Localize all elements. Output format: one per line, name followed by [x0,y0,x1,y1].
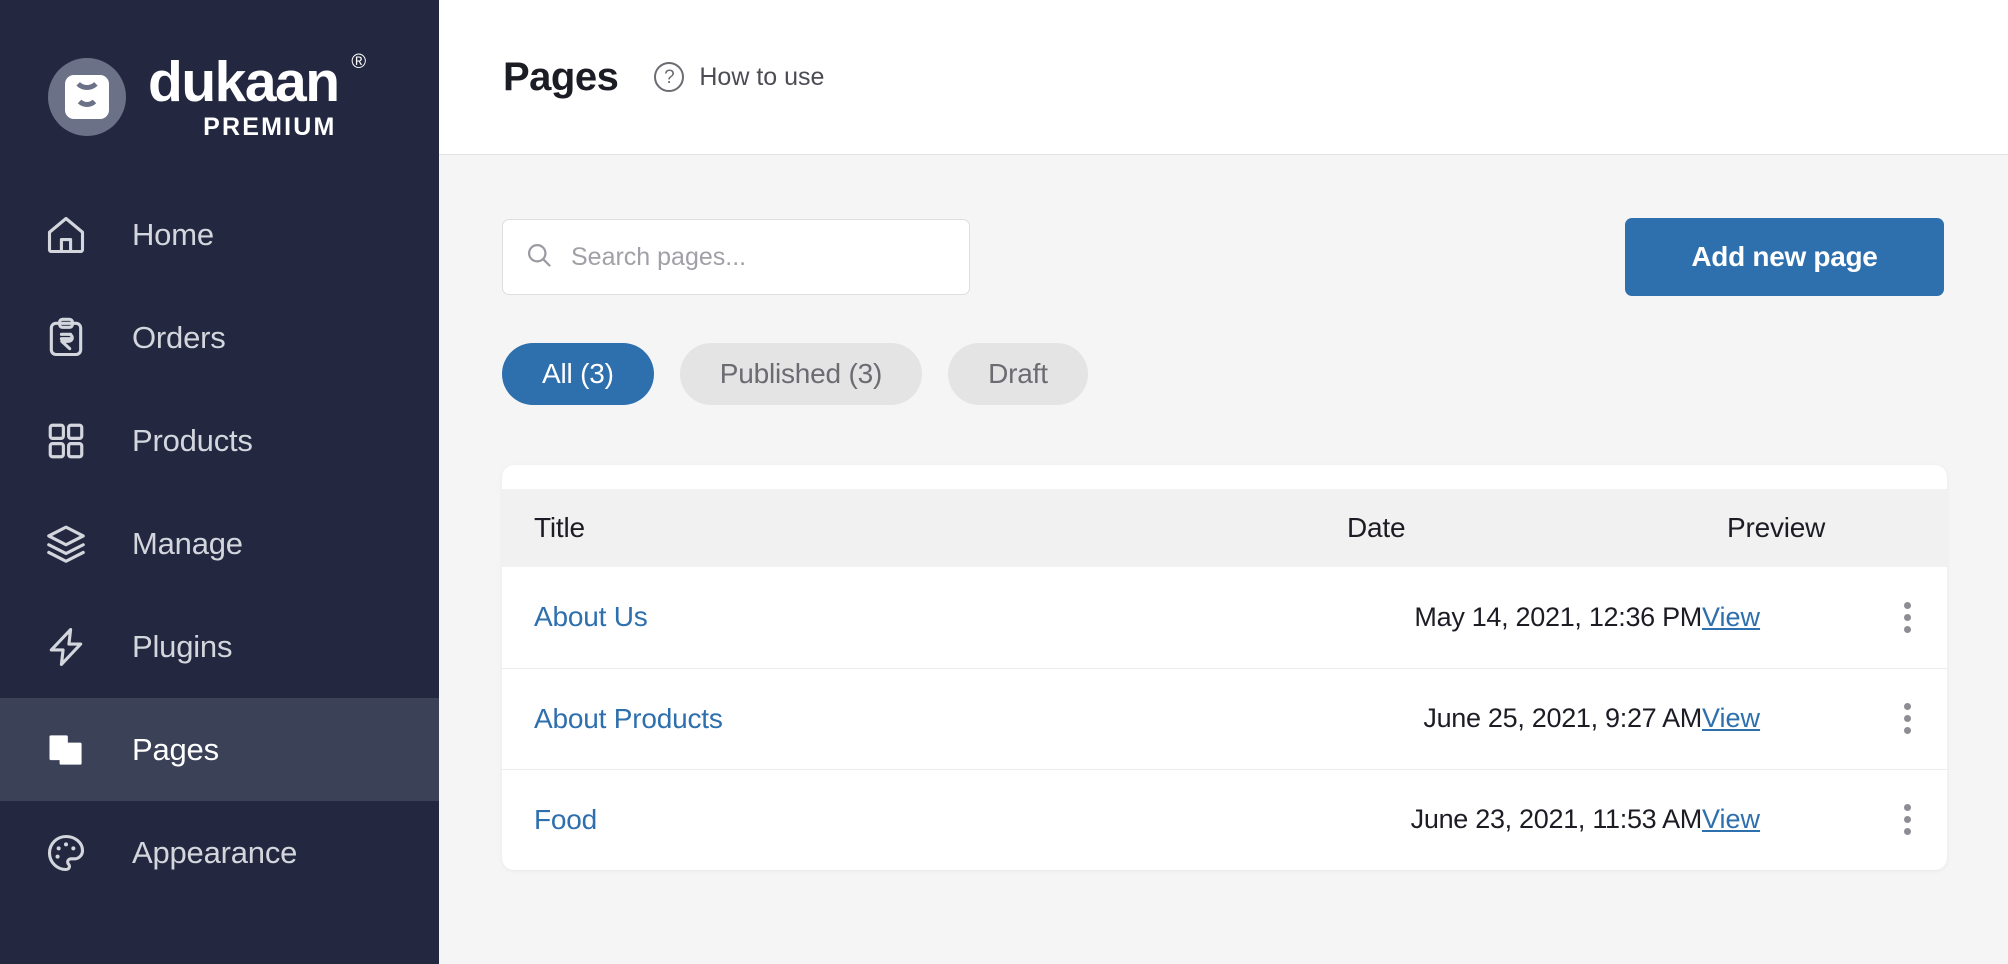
more-vertical-icon[interactable] [1898,798,1917,841]
brand-name: dukaan ® [148,52,366,111]
column-header-title: Title [534,512,585,543]
filter-tab-all[interactable]: All (3) [502,343,654,405]
brand-text: dukaan ® PREMIUM [148,52,366,141]
grid-squares-icon [40,415,92,467]
view-link[interactable]: View [1702,703,1760,733]
sidebar-item-pages[interactable]: Pages [0,698,439,801]
preview-cell: View [1702,567,1867,669]
column-header-actions [1867,489,1947,567]
registered-mark: ® [351,50,366,73]
column-header-date: Date [1347,512,1406,543]
sidebar-item-label: Plugins [132,628,233,664]
more-vertical-icon[interactable] [1898,596,1917,639]
bolt-icon [40,621,92,673]
how-to-use-link[interactable]: ? How to use [654,62,824,92]
search-input[interactable] [571,242,947,272]
page-date: June 23, 2021, 11:53 AM [1410,804,1703,835]
shopping-bag-icon [48,57,126,136]
page-title-link[interactable]: Food [502,769,1347,870]
view-link[interactable]: View [1702,602,1760,632]
table-row[interactable]: About Us May 14, 2021, 12:36 PM View [502,567,1947,669]
search-box[interactable] [502,219,970,295]
sidebar-item-home[interactable]: Home [0,183,439,286]
sidebar-item-label: Products [132,422,253,458]
more-vertical-icon[interactable] [1898,697,1917,740]
row-actions-cell [1867,769,1947,870]
brand-tier: PREMIUM [203,112,337,141]
app-root: dukaan ® PREMIUM Home Orders Products Ma… [0,0,2008,964]
filter-tabs: All (3) Published (3) Draft [502,343,1944,405]
pages-icon [40,724,92,776]
page-title-link[interactable]: About Products [502,668,1347,770]
row-actions-cell [1867,668,1947,770]
question-circle-icon: ? [654,62,685,92]
row-actions-cell [1867,567,1947,669]
add-new-page-button[interactable]: Add new page [1625,218,1944,296]
sidebar-item-products[interactable]: Products [0,389,439,492]
how-to-use-label: How to use [699,62,825,91]
filter-tab-draft[interactable]: Draft [948,343,1088,405]
page-date: June 25, 2021, 9:27 AM [1347,668,1702,770]
sidebar-item-label: Manage [132,525,243,561]
toolbar: Add new page [502,218,1944,296]
page-content: Add new page All (3) Published (3) Draft [439,155,2008,870]
table-row[interactable]: Food June 23, 2021, 11:53 AM View [502,769,1947,870]
sidebar-item-appearance[interactable]: Appearance [0,801,439,904]
main-area: Pages ? How to use Add new page [439,0,2008,964]
table-header-row: Title Date Preview [502,489,1947,567]
sidebar-nav: Home Orders Products Manage Plugins Page… [0,183,439,904]
preview-cell: View [1702,769,1867,870]
page-title-link[interactable]: About Us [502,567,1347,669]
sidebar-item-label: Pages [132,731,219,767]
sidebar-item-label: Appearance [132,834,298,870]
brand-logo[interactable]: dukaan ® PREMIUM [0,0,439,155]
column-header-preview: Preview [1727,512,1826,543]
palette-icon [40,827,92,879]
pages-table: Title Date Preview About Us May 14, 2021… [502,489,1947,870]
sidebar-item-plugins[interactable]: Plugins [0,595,439,698]
search-icon [525,241,553,274]
brand-name-text: dukaan [148,49,340,114]
receipt-rupee-icon [40,312,92,364]
sidebar-item-orders[interactable]: Orders [0,286,439,389]
sidebar-item-label: Home [132,216,214,252]
view-link[interactable]: View [1702,804,1760,834]
page-date: May 14, 2021, 12:36 PM [1347,567,1702,669]
pages-table-card: Title Date Preview About Us May 14, 2021… [502,465,1947,870]
home-icon [40,209,92,261]
layers-icon [40,518,92,570]
page-title: Pages [503,54,619,99]
preview-cell: View [1702,668,1867,770]
page-header: Pages ? How to use [439,0,2008,155]
table-row[interactable]: About Products June 25, 2021, 9:27 AM Vi… [502,668,1947,770]
sidebar-item-label: Orders [132,319,226,355]
sidebar-item-manage[interactable]: Manage [0,492,439,595]
filter-tab-published[interactable]: Published (3) [679,343,923,405]
sidebar: dukaan ® PREMIUM Home Orders Products Ma… [0,0,439,964]
